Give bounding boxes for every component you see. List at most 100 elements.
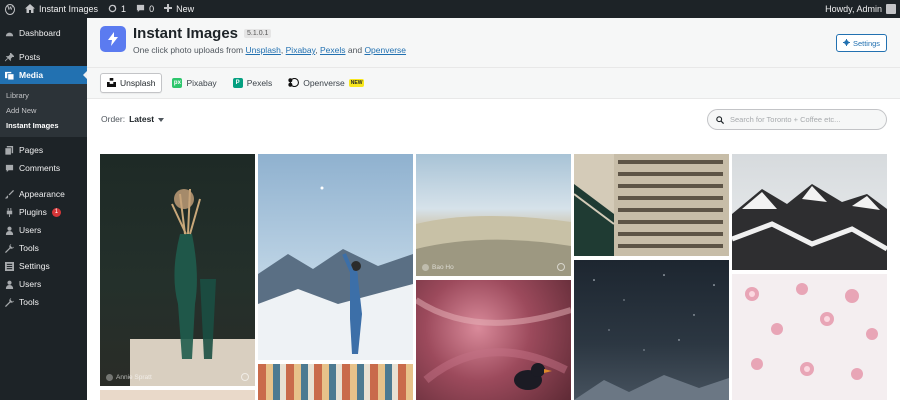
admin-bar: W Instant Images 1 0 New Howdy, Admin: [0, 0, 900, 18]
new-label: New: [176, 4, 195, 14]
comments-icon: [5, 164, 14, 173]
photo-flowers-art: [745, 283, 878, 380]
updates-icon: [108, 4, 117, 15]
menu-users-2-label: Users: [19, 279, 42, 289]
photographer-avatar: [106, 374, 113, 381]
download-icon[interactable]: [557, 263, 565, 271]
search-box: [707, 109, 887, 130]
pexels-icon: P: [232, 78, 243, 88]
photo-bird[interactable]: [416, 280, 571, 400]
pushpin-icon: [5, 52, 14, 62]
wrench-icon: [5, 297, 14, 307]
lightning-bolt-icon: [100, 26, 126, 52]
link-pixabay[interactable]: Pixabay: [286, 45, 316, 55]
menu-comments[interactable]: Comments: [0, 159, 87, 177]
page-title: Instant Images 5.1.0.1: [133, 25, 272, 42]
menu-tools-label: Tools: [19, 243, 39, 253]
menu-media[interactable]: Media: [0, 66, 87, 84]
photo-snowy-mountain[interactable]: [732, 154, 887, 270]
menu-pages[interactable]: Pages: [0, 141, 87, 159]
photo-credit: Annie Spratt: [106, 374, 152, 381]
wordpress-logo-menu[interactable]: W: [0, 0, 20, 18]
search-icon: [716, 112, 725, 127]
link-unsplash[interactable]: Unsplash: [245, 45, 280, 55]
dashboard-icon: [5, 29, 14, 38]
photo-hiker-art: [258, 186, 413, 360]
menu-appearance-label: Appearance: [19, 189, 65, 199]
toolbar: Order: Latest: [87, 99, 900, 139]
menu-tools-2-label: Tools: [19, 297, 39, 307]
menu-tools-2[interactable]: Tools: [0, 293, 87, 311]
download-icon[interactable]: [241, 373, 249, 381]
photo-vase[interactable]: Annie Spratt: [100, 154, 255, 386]
photo-bird-art: [416, 297, 571, 390]
menu-appearance[interactable]: Appearance: [0, 185, 87, 203]
menu-settings-label: Settings: [19, 261, 50, 271]
menu-settings[interactable]: Settings: [0, 257, 87, 275]
tab-pixabay[interactable]: px Pixabay: [166, 73, 222, 93]
menu-posts[interactable]: Posts: [0, 48, 87, 66]
version-badge: 5.1.0.1: [244, 29, 272, 38]
account-menu[interactable]: Howdy, Admin: [820, 0, 900, 18]
tab-pexels[interactable]: P Pexels: [227, 73, 279, 93]
link-openverse[interactable]: Openverse: [364, 45, 406, 55]
photo-flowers[interactable]: [732, 274, 887, 400]
new-content-link[interactable]: New: [159, 0, 199, 18]
site-name: Instant Images: [39, 4, 99, 14]
tab-pexels-label: Pexels: [246, 78, 273, 88]
search-input[interactable]: [730, 115, 880, 124]
photo-credit-name: Annie Spratt: [116, 374, 152, 381]
menu-plugins[interactable]: Plugins 1: [0, 203, 87, 221]
users-icon: [5, 226, 14, 235]
avatar: [886, 4, 896, 14]
menu-users-2[interactable]: Users: [0, 275, 87, 293]
openverse-icon: [288, 77, 300, 89]
submenu-add-new[interactable]: Add New: [0, 103, 87, 118]
wrench-icon: [5, 243, 14, 253]
tagline-and: and: [347, 45, 363, 55]
photo-dunes-art: [416, 215, 571, 276]
pages-icon: [5, 145, 14, 155]
photo-building[interactable]: [574, 154, 729, 256]
updates-link[interactable]: 1: [103, 0, 131, 18]
settings-button-label: Settings: [852, 38, 881, 48]
photo-snowy-mountain-art: [732, 184, 887, 270]
submenu-instant-images[interactable]: Instant Images: [0, 118, 87, 133]
photo-grid: Annie Spratt Bao Ho: [100, 154, 890, 400]
photo-credit: Bao Ho: [422, 264, 454, 271]
media-icon: [5, 71, 14, 80]
settings-icon: [5, 261, 14, 271]
admin-sidebar: Dashboard Posts Media Library Add New In…: [0, 18, 87, 400]
submenu-library[interactable]: Library: [0, 88, 87, 103]
tab-unsplash[interactable]: Unsplash: [100, 73, 163, 93]
settings-button[interactable]: Settings: [836, 34, 887, 52]
menu-plugins-label: Plugins: [19, 207, 47, 217]
updates-count: 1: [121, 4, 127, 14]
photo-hiker[interactable]: [258, 154, 413, 360]
photo-bottom-1[interactable]: [100, 390, 255, 400]
site-name-link[interactable]: Instant Images: [20, 0, 103, 18]
photo-building-art: [574, 154, 729, 256]
greeting: Howdy, Admin: [825, 4, 882, 14]
tab-openverse-label: Openverse: [303, 78, 345, 88]
pixabay-icon: px: [172, 78, 183, 88]
tab-openverse[interactable]: Openverse NEW: [282, 73, 370, 93]
photo-dunes[interactable]: Bao Ho: [416, 154, 571, 276]
gear-icon: [842, 38, 850, 48]
menu-users[interactable]: Users: [0, 221, 87, 239]
photo-stars[interactable]: [574, 260, 729, 400]
comments-link[interactable]: 0: [131, 0, 159, 18]
plugin-name: Instant Images: [133, 25, 239, 42]
photographer-avatar: [422, 264, 429, 271]
photo-stars-art: [574, 274, 729, 400]
menu-dashboard-label: Dashboard: [19, 28, 61, 38]
menu-dashboard[interactable]: Dashboard: [0, 24, 87, 42]
photo-shelves[interactable]: [258, 364, 413, 400]
order-dropdown[interactable]: Order: Latest: [101, 114, 165, 124]
menu-media-label: Media: [19, 70, 44, 80]
comment-icon: [136, 4, 145, 15]
unsplash-icon: [107, 77, 116, 89]
menu-tools[interactable]: Tools: [0, 239, 87, 257]
menu-users-label: Users: [19, 225, 42, 235]
link-pexels[interactable]: Pexels: [320, 45, 346, 55]
